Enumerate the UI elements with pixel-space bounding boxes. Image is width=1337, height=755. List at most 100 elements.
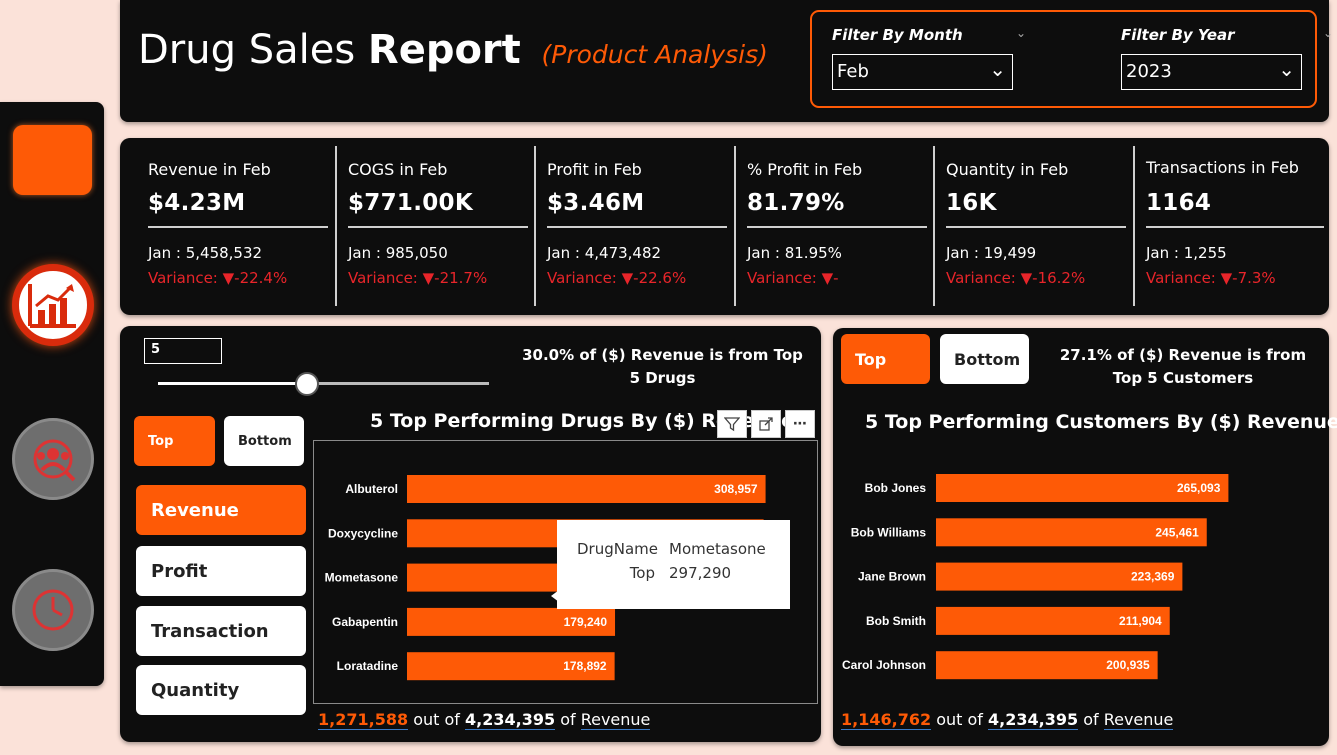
month-select[interactable]: Feb ⌄ — [832, 54, 1013, 90]
filter-group: Filter By Month ⌄ Feb ⌄ Filter By Year ⌄… — [810, 10, 1333, 108]
kpi-card-cogs: COGS in Feb $771.00K Jan : 985,050 Varia… — [348, 148, 538, 306]
kpi-card-profit: Profit in Feb $3.46M Jan : 4,473,482 Var… — [547, 148, 737, 306]
home-button[interactable] — [13, 125, 92, 195]
kpi-title: Revenue in Feb — [148, 160, 271, 179]
kpi-value: 16K — [946, 190, 997, 216]
chevron-down-icon: ⌄ — [989, 57, 1006, 81]
title-light: Drug Sales — [138, 27, 356, 73]
metric-revenue-button[interactable]: Revenue — [136, 485, 306, 535]
drug-data-label: 179,240 — [564, 615, 608, 629]
kpi-title: Transactions in Feb — [1146, 158, 1299, 177]
metric-transaction-button[interactable]: Transaction — [136, 606, 306, 656]
kpi-variance: Variance: ▼-7.3% — [1146, 269, 1276, 287]
kpi-value: $771.00K — [348, 190, 473, 216]
kpi-card-transactions: Transactions in Feb 1164 Jan : 1,255 Var… — [1146, 148, 1336, 306]
time-analysis-icon — [32, 589, 74, 631]
chevron-down-icon: ⌄ — [1278, 57, 1295, 81]
product-report-button[interactable] — [12, 264, 94, 346]
report-chart-icon — [28, 284, 76, 328]
kpi-value: 1164 — [1146, 190, 1212, 216]
title-bold: Report — [367, 27, 521, 73]
customer-bottom-toggle-button[interactable]: Bottom — [940, 334, 1029, 384]
footer-total-value[interactable]: 4,234,395 — [465, 710, 556, 730]
slider-thumb[interactable] — [294, 372, 319, 396]
chevron-down-icon[interactable]: ⌄ — [1323, 26, 1333, 40]
report-header: Drug Sales Report (Product Analysis) Fil… — [120, 0, 1333, 122]
tooltip-row: Top 297,290 — [577, 564, 790, 588]
kpi-card-profit-percent: % Profit in Feb 81.79% Jan : 81.95% Vari… — [747, 148, 937, 306]
customer-revenue-footer: 1,146,762 out of 4,234,395 of Revenue — [841, 710, 1174, 730]
focus-mode-icon[interactable] — [751, 410, 781, 438]
metric-quantity-button[interactable]: Quantity — [136, 665, 306, 715]
more-options-icon[interactable]: ⋯ — [785, 410, 815, 438]
customer-category-label: Bob Williams — [851, 525, 927, 539]
kpi-previous: Jan : 81.95% — [747, 244, 842, 262]
kpi-title: COGS in Feb — [348, 160, 448, 179]
tooltip-value: 297,290 — [669, 564, 732, 582]
slider-fill — [158, 382, 307, 385]
drug-bar[interactable] — [407, 475, 766, 503]
footer-part-value[interactable]: 1,271,588 — [318, 710, 409, 730]
customer-analysis-icon — [33, 439, 76, 482]
tooltip-key: Top — [629, 564, 655, 582]
kpi-card-revenue: Revenue in Feb $4.23M Jan : 5,458,532 Va… — [148, 148, 338, 306]
kpi-value: $4.23M — [148, 190, 246, 216]
customer-top-toggle-button[interactable]: Top — [841, 334, 930, 384]
year-filter-label: Filter By Year — [1121, 26, 1235, 44]
kpi-value: $3.46M — [547, 190, 645, 216]
chart-tooltip: DrugName Mometasone Top 297,290 — [551, 520, 790, 609]
kpi-divider — [148, 226, 328, 228]
customer-data-label: 245,461 — [1155, 525, 1199, 539]
tooltip-value: Mometasone — [669, 540, 766, 558]
kpi-divider — [946, 226, 1126, 228]
tooltip-key: DrugName — [577, 540, 658, 558]
kpi-title: Quantity in Feb — [946, 160, 1069, 179]
kpi-divider — [1146, 226, 1324, 228]
customer-analysis-button[interactable] — [12, 418, 94, 500]
footer-measure[interactable]: Revenue — [580, 710, 651, 730]
footer-total-value[interactable]: 4,234,395 — [988, 710, 1079, 730]
year-select[interactable]: 2023 ⌄ — [1121, 54, 1302, 90]
drug-revenue-footer: 1,271,588 out of 4,234,395 of Revenue — [318, 710, 651, 730]
kpi-separator — [534, 146, 536, 306]
month-select-value: Feb — [837, 61, 869, 82]
left-nav — [0, 102, 104, 686]
kpi-title: Profit in Feb — [547, 160, 642, 179]
kpi-separator — [335, 146, 337, 306]
drug-data-label: 308,957 — [714, 482, 758, 496]
kpi-separator — [1133, 146, 1135, 306]
bottom-toggle-button[interactable]: Bottom — [224, 416, 304, 466]
customer-share-note: 27.1% of ($) Revenue is from Top 5 Custo… — [1059, 346, 1307, 387]
kpi-divider — [348, 226, 528, 228]
kpi-card-quantity: Quantity in Feb 16K Jan : 19,499 Varianc… — [946, 148, 1136, 306]
footer-measure[interactable]: Revenue — [1103, 710, 1174, 730]
time-analysis-button[interactable] — [12, 569, 94, 651]
drug-data-label: 178,892 — [563, 659, 607, 673]
drug-category-label: Albuterol — [345, 482, 398, 496]
customer-category-label: Bob Jones — [865, 481, 927, 495]
footer-text: out of — [936, 710, 983, 729]
customer-data-label: 265,093 — [1177, 481, 1221, 495]
footer-part-value[interactable]: 1,146,762 — [841, 710, 932, 730]
footer-text: out of — [413, 710, 460, 729]
customer-bar-chart: Bob Jones 265,093 Bob Williams 245,461 Jane … — [842, 474, 1229, 680]
top-toggle-button[interactable]: Top — [134, 416, 215, 466]
kpi-previous: Jan : 19,499 — [946, 244, 1037, 262]
chevron-down-icon[interactable]: ⌄ — [1016, 26, 1026, 40]
metric-profit-button[interactable]: Profit — [136, 546, 306, 596]
drug-share-note: 30.0% of ($) Revenue is from Top 5 Drugs — [522, 346, 803, 387]
kpi-divider — [547, 226, 727, 228]
drug-analysis-panel: 5 30.0% of ($) Revenue is from Top 5 Dru… — [120, 326, 821, 742]
tooltip-row: DrugName Mometasone — [577, 540, 790, 564]
drug-category-label: Mometasone — [325, 571, 399, 585]
kpi-value: 81.79% — [747, 190, 845, 216]
kpi-previous: Jan : 4,473,482 — [547, 244, 662, 262]
drug-category-label: Doxycycline — [328, 526, 398, 540]
top-n-slider[interactable] — [158, 382, 489, 385]
kpi-previous: Jan : 5,458,532 — [148, 244, 263, 262]
top-n-input[interactable]: 5 — [144, 338, 222, 364]
customer-data-label: 211,904 — [1119, 614, 1162, 628]
page-title: Drug Sales Report (Product Analysis) — [138, 27, 768, 73]
customer-category-label: Bob Smith — [866, 614, 926, 628]
filter-icon[interactable] — [717, 410, 747, 438]
